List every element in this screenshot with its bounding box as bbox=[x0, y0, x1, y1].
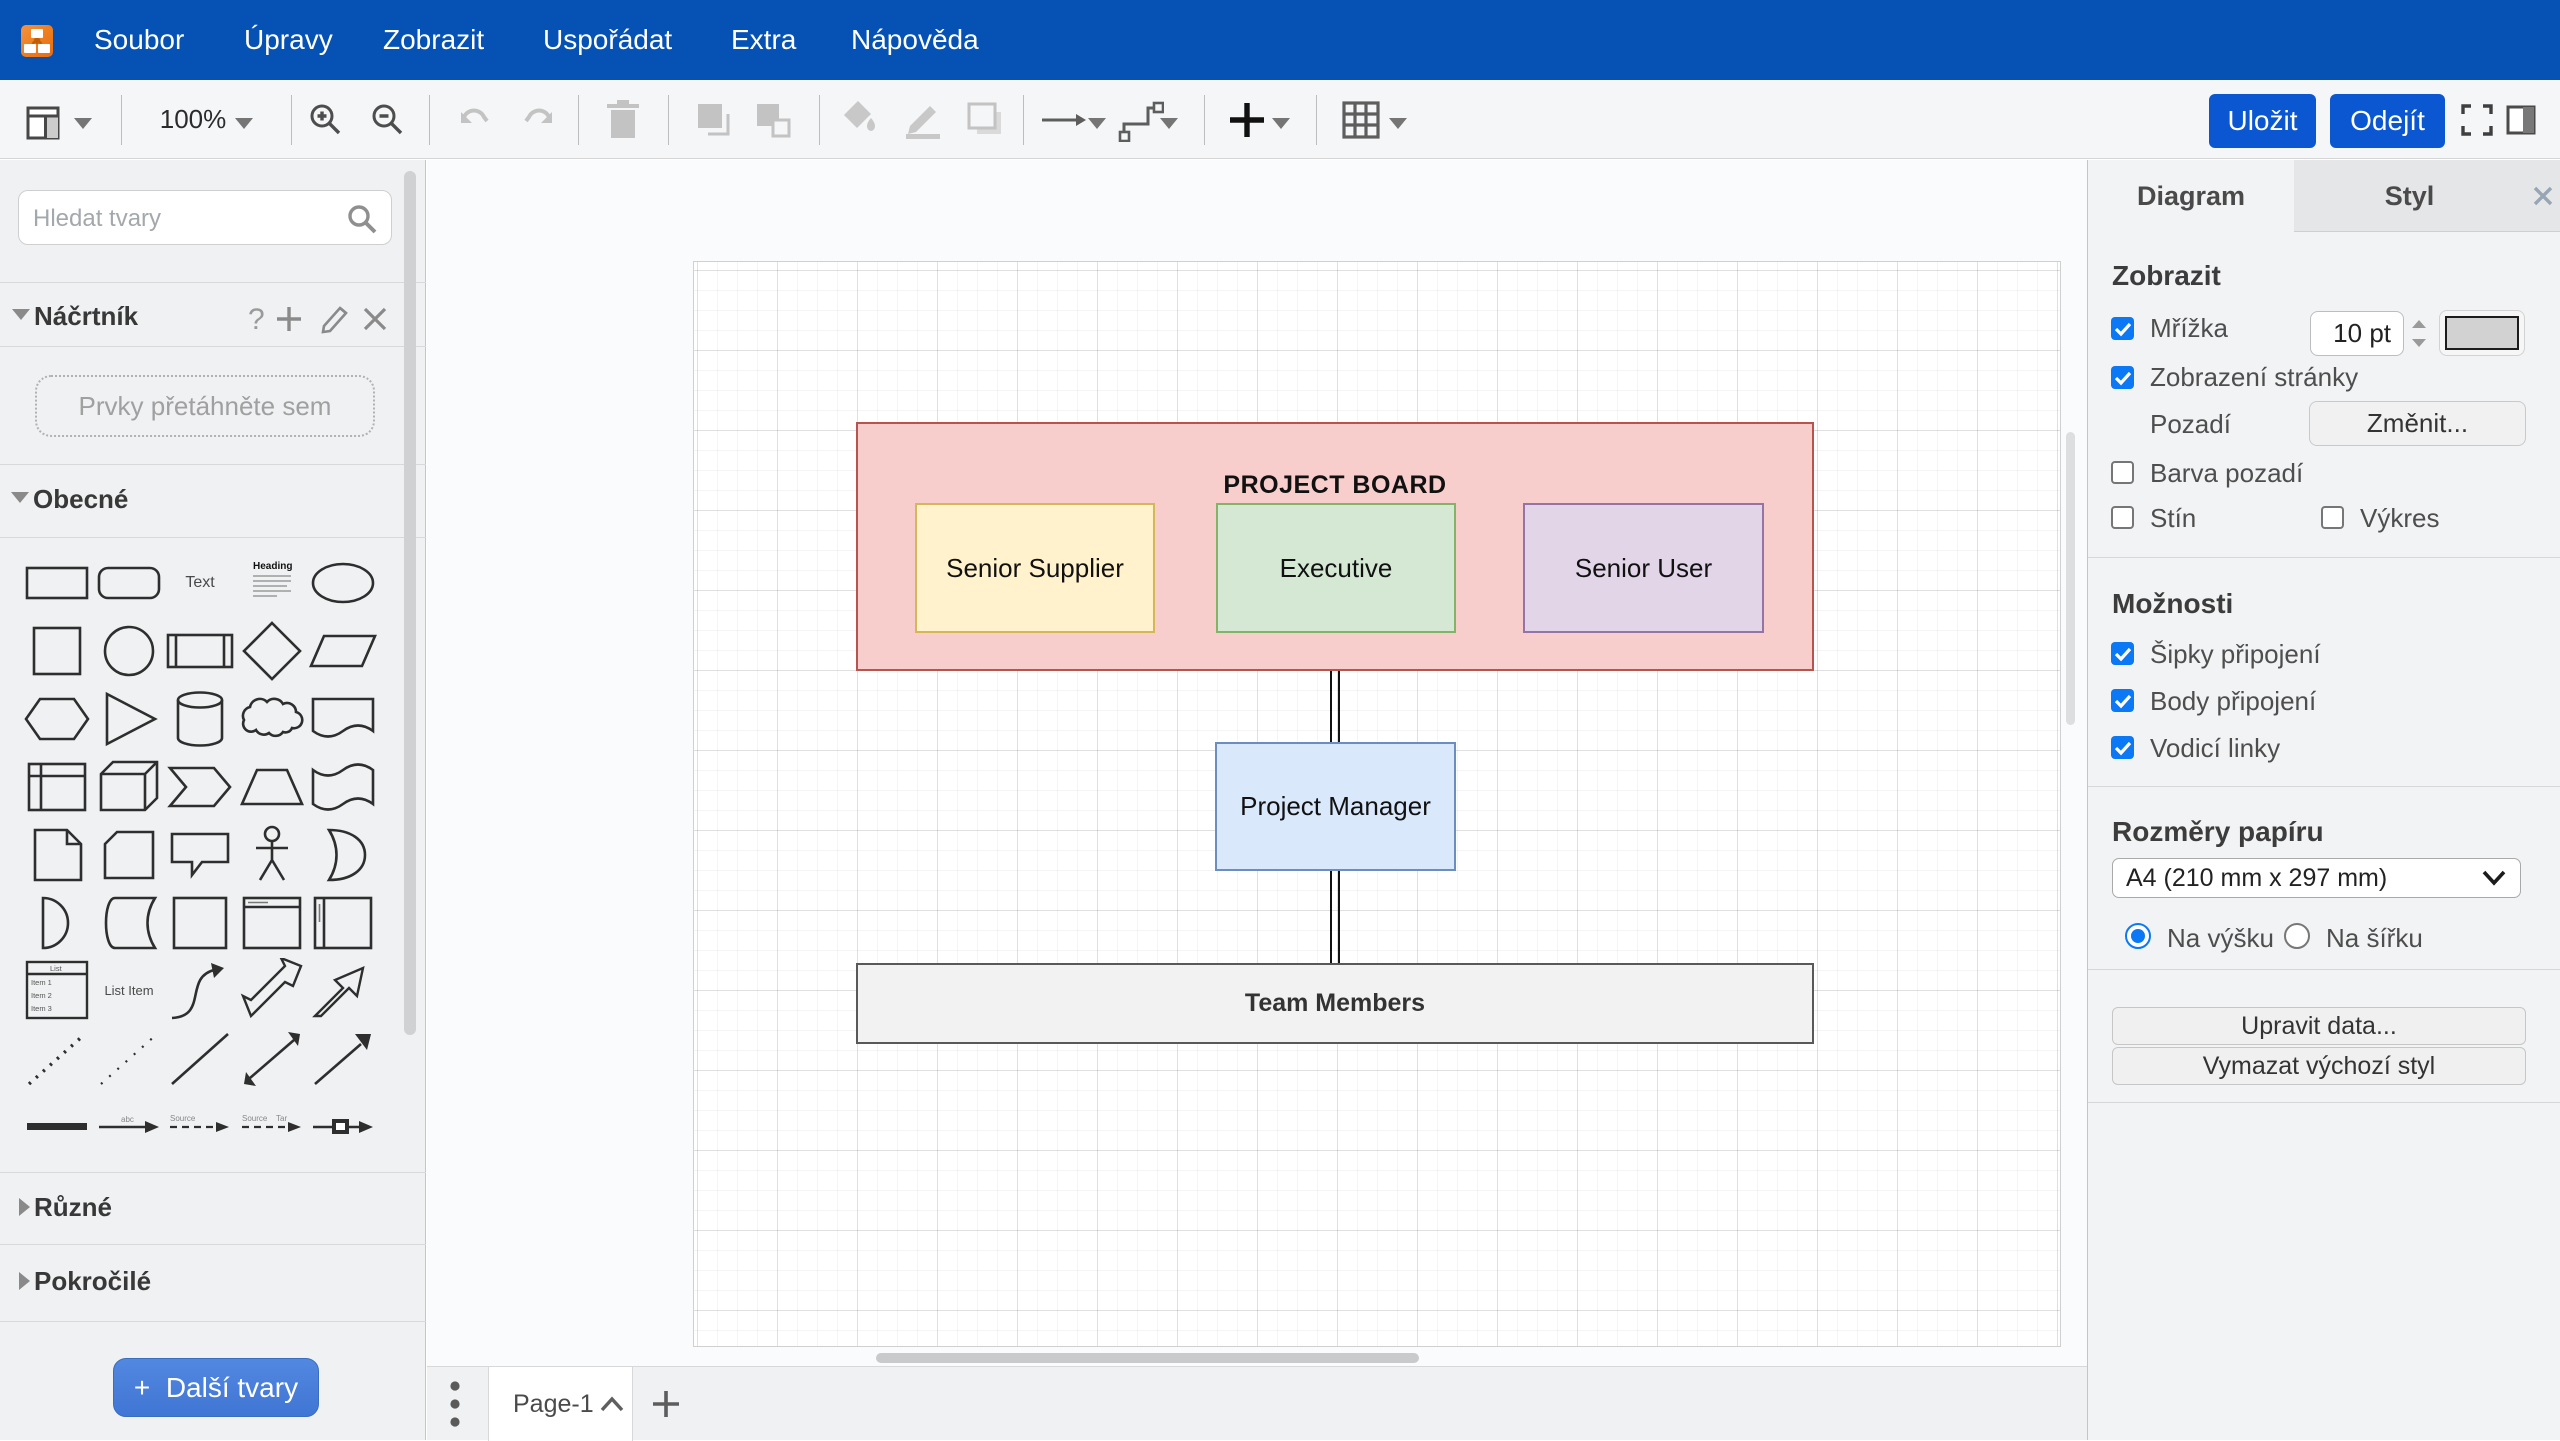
svg-text:Source: Source bbox=[170, 1114, 196, 1123]
svg-text:Item 1: Item 1 bbox=[31, 978, 52, 987]
svg-text:Heading: Heading bbox=[253, 561, 292, 572]
svg-text:Item 3: Item 3 bbox=[31, 1004, 52, 1013]
svg-text:List: List bbox=[50, 964, 63, 973]
svg-text:Item 2: Item 2 bbox=[31, 991, 52, 1000]
svg-text:abc: abc bbox=[121, 1115, 134, 1124]
svg-text:Source: Source bbox=[242, 1114, 268, 1123]
svg-text:Tar: Tar bbox=[276, 1114, 287, 1123]
